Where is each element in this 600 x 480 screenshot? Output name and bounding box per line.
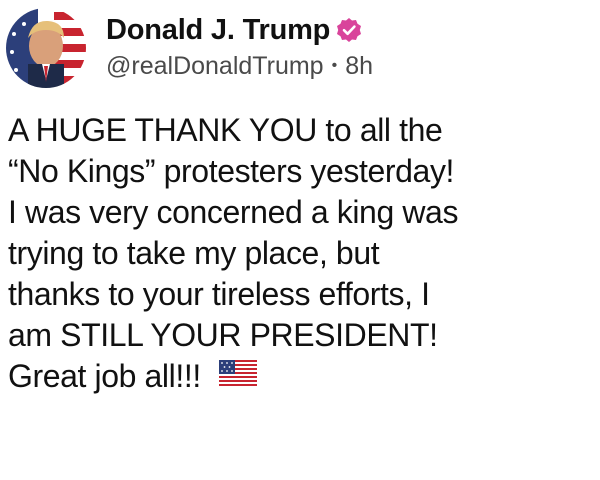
post-body-line: Great job all!!! — [8, 358, 201, 394]
author-name-row: Donald J. Trump — [106, 10, 576, 50]
author-meta-row: @realDonaldTrump • 8h — [106, 52, 576, 81]
author-avatar[interactable] — [6, 8, 86, 88]
post-body-line: I was very concerned a king was — [8, 194, 459, 230]
author-handle[interactable]: @realDonaldTrump — [106, 52, 324, 81]
post-body-line: “No Kings” protesters yesterday! — [8, 153, 455, 189]
post-body-line: thanks to your tireless efforts, I — [8, 276, 430, 312]
post-body: A HUGE THANK YOU to all the “No Kings” p… — [8, 110, 598, 399]
avatar-image — [6, 8, 86, 88]
social-post: Donald J. Trump @realDonaldTrump • 8h A … — [0, 0, 600, 480]
post-body-last-line: Great job all!!! — [8, 356, 598, 399]
post-body-line: am STILL YOUR PRESIDENT! — [8, 317, 438, 353]
post-body-line: A HUGE THANK YOU to all the — [8, 112, 443, 148]
meta-separator: • — [331, 56, 338, 74]
post-timestamp[interactable]: 8h — [345, 52, 373, 81]
post-header: Donald J. Trump @realDonaldTrump • 8h — [106, 10, 576, 81]
post-body-line: trying to take my place, but — [8, 235, 380, 271]
author-display-name[interactable]: Donald J. Trump — [106, 14, 330, 47]
verified-badge-icon — [336, 17, 362, 43]
us-flag-emoji-icon — [218, 355, 257, 396]
